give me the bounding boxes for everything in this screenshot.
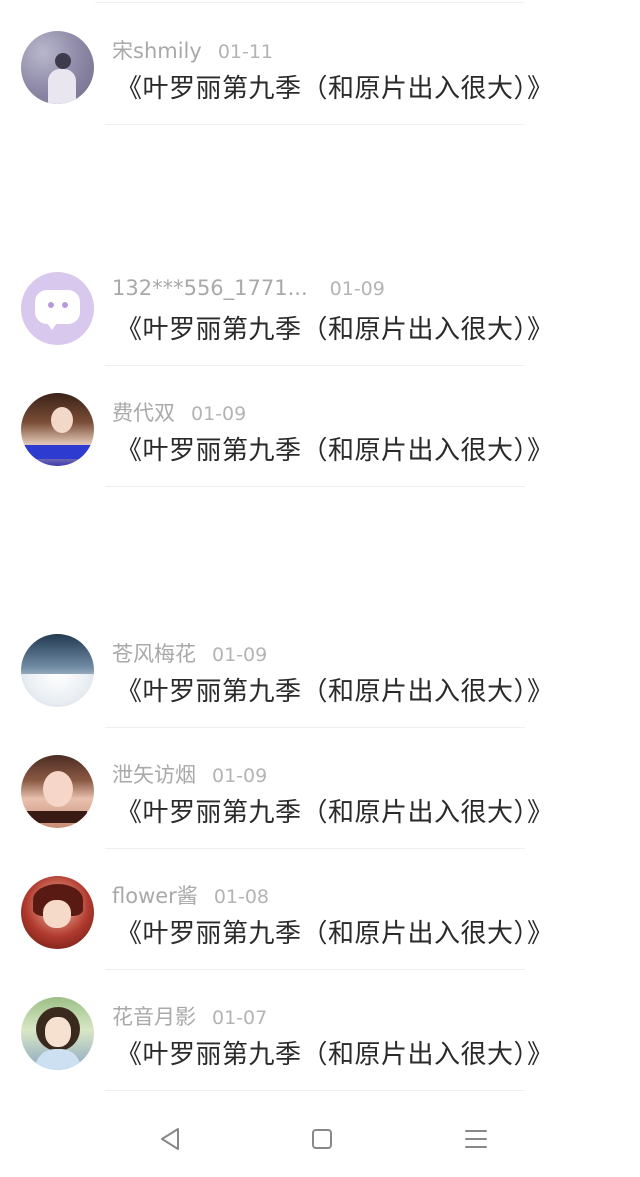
comment-meta: 苍风梅花 01-09 — [112, 638, 267, 668]
comment-date: 01-07 — [212, 1007, 268, 1029]
username[interactable]: 费代双 — [112, 401, 175, 425]
comment-item[interactable]: 132***556_1771... 01-09 《叶罗丽第九季（和原片出入很大）》 — [0, 246, 640, 366]
comment-meta: flower酱 01-08 — [112, 880, 269, 910]
divider — [105, 486, 525, 487]
comment-item[interactable]: 宋shmily 01-11 《叶罗丽第九季（和原片出入很大）》 — [0, 5, 640, 125]
comment-item[interactable]: 苍风梅花 01-09 《叶罗丽第九季（和原片出入很大）》 — [0, 608, 640, 728]
divider — [105, 848, 525, 849]
comment-meta: 泄矢访烟 01-09 — [112, 759, 267, 789]
avatar[interactable] — [21, 755, 94, 828]
username[interactable]: flower酱 — [112, 884, 198, 908]
comment-item[interactable]: 花音月影 01-07 《叶罗丽第九季（和原片出入很大）》 — [0, 971, 640, 1091]
comment-list-screen: 宋shmily 01-11 《叶罗丽第九季（和原片出入很大）》 132***556… — [0, 0, 640, 1177]
comment-text[interactable]: 《叶罗丽第九季（和原片出入很大）》 — [116, 68, 554, 105]
username[interactable]: 132***556_1771... — [112, 276, 308, 300]
comment-text[interactable]: 《叶罗丽第九季（和原片出入很大）》 — [116, 430, 554, 467]
menu-lines-icon — [465, 1130, 487, 1148]
comment-text[interactable]: 《叶罗丽第九季（和原片出入很大）》 — [116, 792, 554, 829]
back-button[interactable] — [150, 1124, 190, 1154]
avatar[interactable] — [21, 634, 94, 707]
avatar[interactable] — [21, 393, 94, 466]
comment-item[interactable]: 泄矢访烟 01-09 《叶罗丽第九季（和原片出入很大）》 — [0, 729, 640, 849]
comment-text[interactable]: 《叶罗丽第九季（和原片出入很大）》 — [116, 913, 554, 950]
divider — [105, 969, 525, 970]
comment-item[interactable]: 费代双 01-09 《叶罗丽第九季（和原片出入很大）》 — [0, 367, 640, 487]
comment-date: 01-09 — [212, 644, 268, 666]
avatar[interactable] — [21, 876, 94, 949]
comment-date: 01-11 — [217, 41, 274, 63]
avatar[interactable] — [21, 31, 94, 104]
username[interactable]: 泄矢访烟 — [112, 763, 196, 787]
divider — [105, 124, 525, 125]
comment-meta: 宋shmily 01-11 — [112, 35, 273, 65]
comment-meta: 132***556_1771... 01-09 — [112, 276, 385, 300]
username[interactable]: 花音月影 — [112, 1005, 196, 1029]
username[interactable]: 宋shmily — [112, 39, 202, 63]
divider — [105, 1090, 525, 1091]
comment-text[interactable]: 《叶罗丽第九季（和原片出入很大）》 — [116, 671, 554, 708]
square-home-icon — [312, 1129, 332, 1149]
comment-date: 01-09 — [191, 403, 247, 425]
divider — [105, 727, 525, 728]
comment-item[interactable]: flower酱 01-08 《叶罗丽第九季（和原片出入很大）》 — [0, 850, 640, 970]
comment-meta: 花音月影 01-07 — [112, 1001, 267, 1031]
comment-date: 01-08 — [213, 886, 270, 908]
menu-button[interactable] — [456, 1124, 496, 1154]
username[interactable]: 苍风梅花 — [112, 642, 196, 666]
divider — [95, 2, 525, 3]
comment-meta: 费代双 01-09 — [112, 397, 246, 427]
comment-text[interactable]: 《叶罗丽第九季（和原片出入很大）》 — [116, 1034, 554, 1071]
comment-date: 01-09 — [212, 765, 268, 787]
comment-date: 01-09 — [329, 278, 385, 300]
divider — [105, 365, 525, 366]
system-navigation-bar — [0, 1100, 640, 1177]
triangle-back-icon — [161, 1128, 179, 1150]
avatar[interactable] — [21, 272, 94, 345]
home-button[interactable] — [302, 1124, 342, 1154]
avatar[interactable] — [21, 997, 94, 1070]
comment-text[interactable]: 《叶罗丽第九季（和原片出入很大）》 — [116, 309, 554, 346]
